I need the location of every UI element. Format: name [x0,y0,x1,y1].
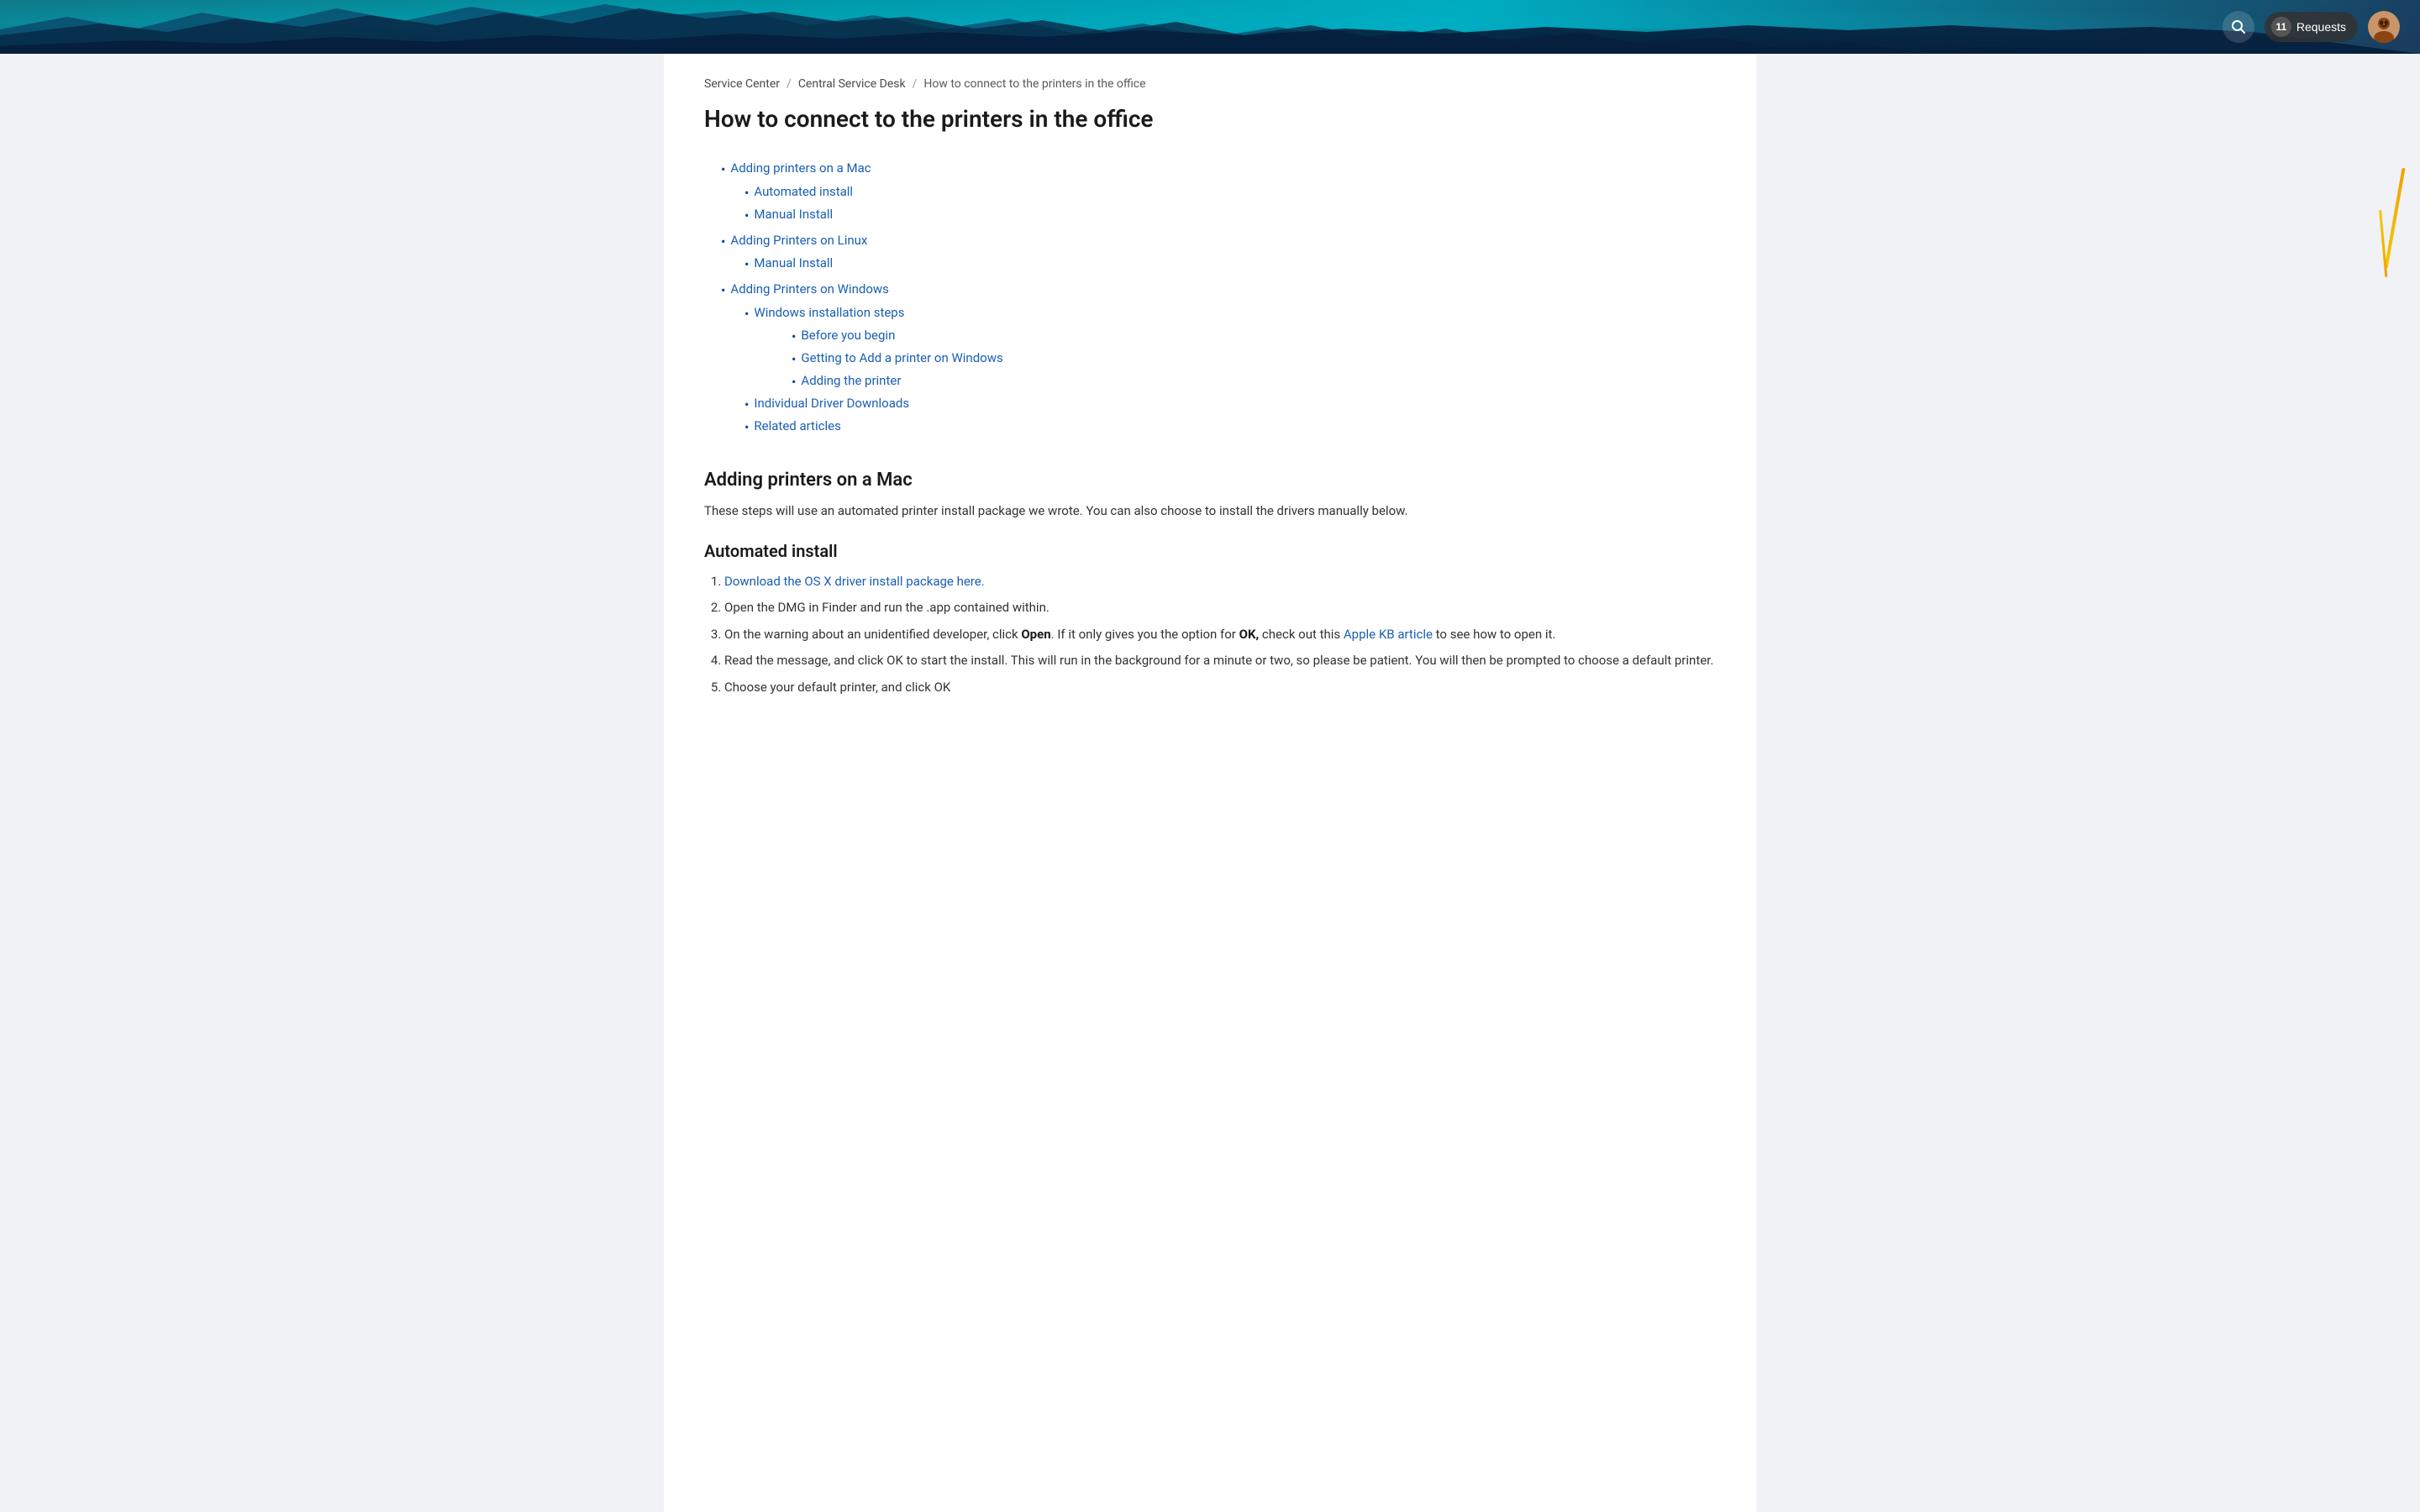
mac-section-intro: These steps will use an automated printe… [704,501,1716,521]
toc-link-adding-the-printer[interactable]: Adding the printer [801,370,901,392]
step-4: Read the message, and click OK to start … [724,650,1716,672]
page-title: How to connect to the printers in the of… [704,104,1716,134]
breadcrumb-sep-2: / [913,77,918,91]
search-icon [2231,19,2246,34]
automated-install-heading: Automated install [704,541,1716,561]
breadcrumb-service-center[interactable]: Service Center [704,77,780,91]
nav-background-pattern [0,0,2420,54]
toc-link-mac-manual[interactable]: Manual Install [754,204,833,226]
step-3-bold-open: Open [1021,627,1050,642]
step-2: Open the DMG in Finder and run the .app … [724,597,1716,619]
page-wrapper: Service Center / Central Service Desk / … [0,54,2420,1512]
requests-button[interactable]: 11 Requests [2265,12,2358,42]
toc-link-before-you-begin[interactable]: Before you begin [801,325,895,347]
requests-count-badge: 11 [2271,17,2291,37]
avatar-image [2368,11,2400,43]
step-5: Choose your default printer, and click O… [724,677,1716,699]
toc-link-windows[interactable]: Adding Printers on Windows [730,279,889,301]
requests-label: Requests [2296,20,2346,34]
breadcrumb-current-page: How to connect to the printers in the of… [923,77,1145,91]
breadcrumb-sep-1: / [786,77,792,91]
step-3: On the warning about an unidentified dev… [724,624,1716,646]
step-3-bold-ok: OK, [1239,627,1260,642]
search-button[interactable] [2223,11,2254,43]
toc-link-driver-downloads[interactable]: Individual Driver Downloads [754,393,909,415]
toc-link-linux-manual[interactable]: Manual Install [754,253,833,275]
avatar-svg [2368,11,2400,43]
mac-section-heading: Adding printers on a Mac [704,470,1716,491]
mountain-decoration [0,0,2420,54]
content-card: Service Center / Central Service Desk / … [664,54,1756,1512]
table-of-contents: Adding printers on a Mac Automated insta… [721,158,1716,438]
toc-link-mac-automated[interactable]: Automated install [754,181,853,203]
step-1-download-link[interactable]: Download the OS X driver install package… [724,574,985,589]
toc-link-related-articles[interactable]: Related articles [754,416,840,438]
step-3-apple-kb-link[interactable]: Apple KB article [1344,627,1433,642]
toc-link-linux[interactable]: Adding Printers on Linux [730,230,867,252]
nav-actions: 11 Requests [2223,11,2400,43]
avatar[interactable] [2368,11,2400,43]
top-navigation: 11 Requests [0,0,2420,54]
breadcrumb-central-service-desk[interactable]: Central Service Desk [798,77,906,91]
step-1: Download the OS X driver install package… [724,571,1716,593]
toc-link-getting-to-add-printer[interactable]: Getting to Add a printer on Windows [801,348,1002,370]
automated-install-steps: Download the OS X driver install package… [724,571,1716,699]
toc-link-windows-steps[interactable]: Windows installation steps [754,302,904,324]
toc-link-mac[interactable]: Adding printers on a Mac [730,158,871,180]
breadcrumb: Service Center / Central Service Desk / … [704,77,1716,91]
